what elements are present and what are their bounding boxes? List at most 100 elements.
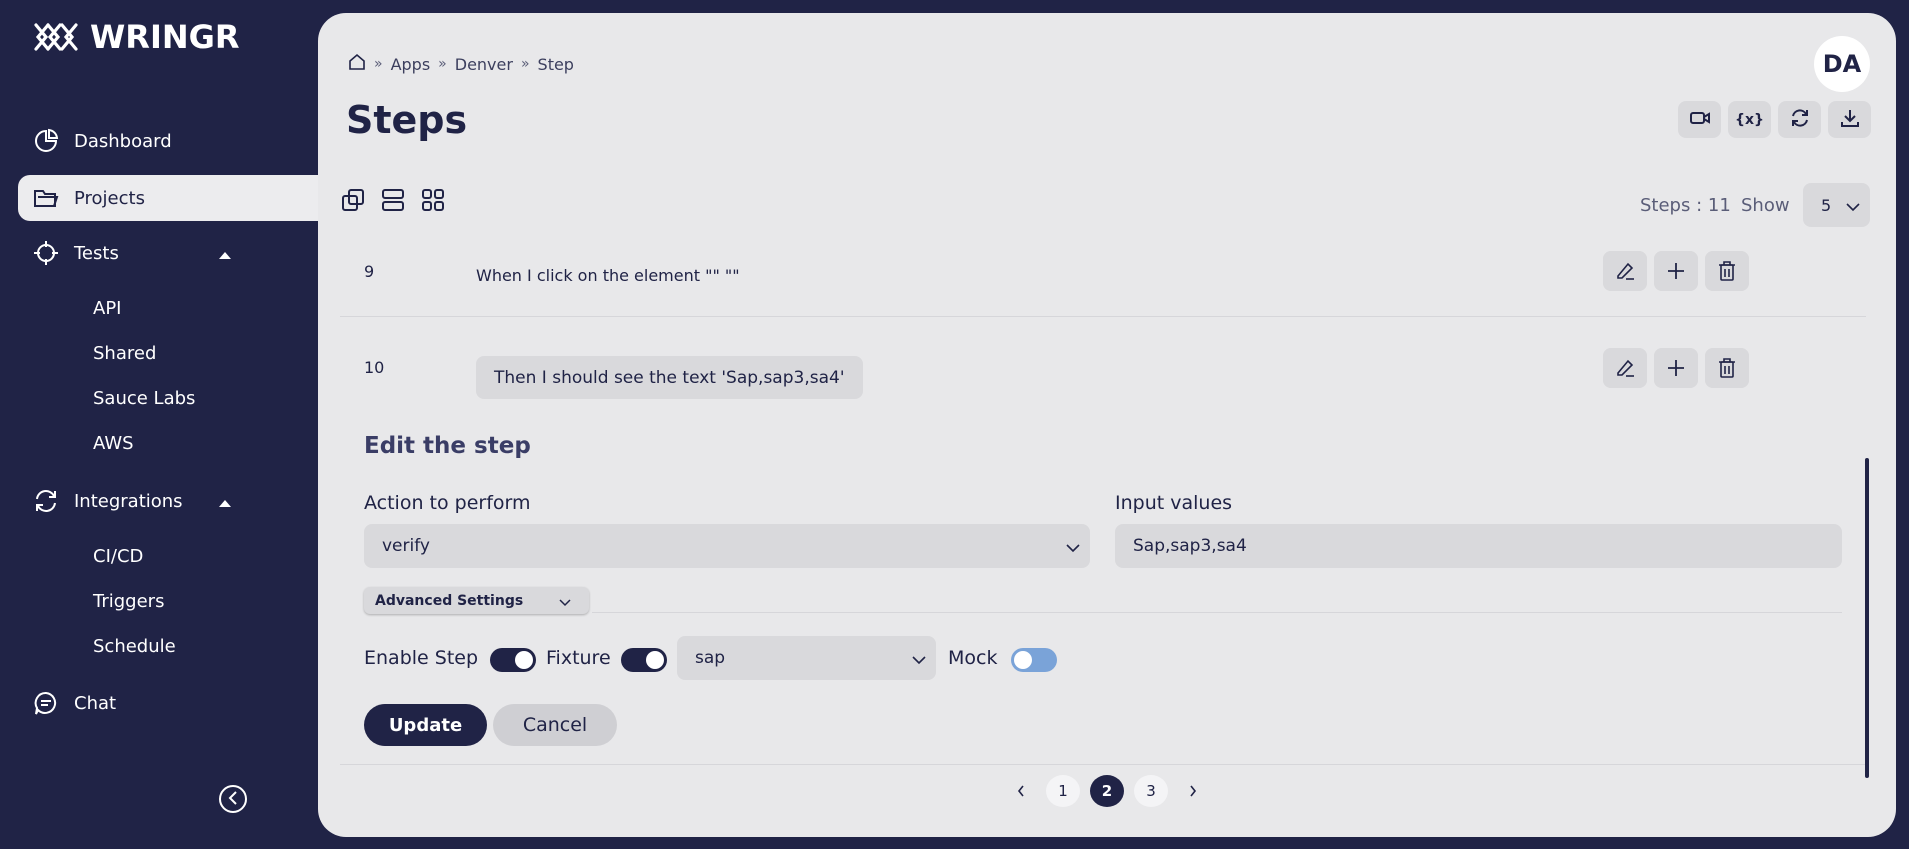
sidebar-item-projects[interactable]: Projects bbox=[18, 175, 318, 221]
add-step-button[interactable] bbox=[1654, 348, 1698, 388]
chevron-up-icon[interactable] bbox=[218, 244, 232, 265]
chevron-up-icon[interactable] bbox=[218, 492, 232, 513]
advanced-settings-button[interactable]: Advanced Settings bbox=[364, 587, 589, 614]
collapse-sidebar-button[interactable] bbox=[219, 785, 247, 813]
trash-icon bbox=[1705, 348, 1749, 388]
toggle-knob bbox=[515, 651, 533, 669]
input-values-label: Input values bbox=[1115, 492, 1233, 514]
divider bbox=[592, 612, 1842, 613]
sidebar-item-label: Projects bbox=[74, 187, 145, 209]
sidebar-item-integrations[interactable]: Integrations bbox=[18, 478, 318, 524]
sidebar-subitem-shared[interactable]: Shared bbox=[93, 343, 156, 364]
input-values-value: Sap,sap3,sa4 bbox=[1133, 536, 1247, 556]
toggle-knob bbox=[1014, 651, 1032, 669]
mock-toggle[interactable] bbox=[1011, 648, 1057, 672]
page-button-1[interactable]: 1 bbox=[1046, 775, 1080, 807]
video-icon bbox=[1689, 110, 1710, 130]
page-size-value: 5 bbox=[1821, 195, 1832, 215]
chevron-left-icon bbox=[227, 790, 239, 809]
edit-step-button[interactable] bbox=[1603, 251, 1647, 291]
breadcrumb: » Apps » Denver » Step bbox=[348, 53, 574, 75]
sidebar-item-label: Integrations bbox=[74, 490, 183, 512]
sidebar-subitem-cicd[interactable]: CI/CD bbox=[93, 546, 143, 567]
avatar[interactable]: DA bbox=[1814, 36, 1870, 92]
download-button[interactable] bbox=[1828, 101, 1871, 138]
download-icon bbox=[1840, 108, 1860, 132]
chevron-right-icon bbox=[1189, 782, 1197, 801]
toolbar: {x} bbox=[1678, 101, 1871, 138]
prev-page-button[interactable] bbox=[1006, 775, 1036, 807]
view-mode-switcher bbox=[340, 187, 446, 213]
add-step-button[interactable] bbox=[1654, 251, 1698, 291]
app-logo[interactable]: WRINGR bbox=[32, 18, 240, 56]
steps-count: Steps : 11 bbox=[1640, 195, 1731, 216]
page-title: Steps bbox=[346, 98, 468, 142]
wringr-logo-icon bbox=[34, 23, 78, 51]
sidebar-subitem-triggers[interactable]: Triggers bbox=[93, 591, 164, 612]
sidebar: WRINGR Dashboard Projects Tests API Shar… bbox=[0, 0, 318, 849]
refresh-icon bbox=[32, 487, 60, 515]
refresh-button[interactable] bbox=[1778, 101, 1821, 138]
page-button-2[interactable]: 2 bbox=[1090, 775, 1124, 807]
sidebar-item-tests[interactable]: Tests bbox=[18, 230, 318, 276]
sidebar-item-label: Tests bbox=[74, 242, 119, 264]
action-label: Action to perform bbox=[364, 492, 531, 514]
sidebar-subitem-schedule[interactable]: Schedule bbox=[93, 636, 176, 657]
page-button-3[interactable]: 3 bbox=[1134, 775, 1168, 807]
edit-step-title: Edit the step bbox=[364, 433, 531, 459]
sidebar-item-chat[interactable]: Chat bbox=[18, 680, 318, 726]
main-panel: » Apps » Denver » Step Steps DA {x} Step… bbox=[318, 13, 1896, 837]
grid-view-icon[interactable] bbox=[420, 187, 446, 213]
mock-label: Mock bbox=[948, 647, 998, 669]
crosshair-icon bbox=[32, 239, 60, 267]
delete-step-button[interactable] bbox=[1705, 251, 1749, 291]
sidebar-subitem-sauce-labs[interactable]: Sauce Labs bbox=[93, 388, 195, 409]
action-value: verify bbox=[382, 536, 430, 556]
scrollbar[interactable] bbox=[1865, 458, 1869, 778]
chevron-down-icon bbox=[1846, 197, 1860, 216]
chevron-left-icon bbox=[1017, 782, 1025, 801]
fixture-toggle[interactable] bbox=[621, 648, 667, 672]
input-values-field[interactable]: Sap,sap3,sa4 bbox=[1115, 524, 1842, 568]
step-actions bbox=[1603, 348, 1749, 388]
record-video-button[interactable] bbox=[1678, 101, 1721, 138]
delete-step-button[interactable] bbox=[1705, 348, 1749, 388]
copy-view-icon[interactable] bbox=[340, 187, 366, 213]
chat-icon bbox=[32, 689, 60, 717]
action-select[interactable]: verify bbox=[364, 524, 1090, 568]
sidebar-item-label: Dashboard bbox=[74, 130, 172, 152]
edit-icon bbox=[1603, 251, 1647, 291]
fixture-select[interactable]: sap bbox=[677, 636, 936, 680]
edit-step-button[interactable] bbox=[1603, 348, 1647, 388]
show-label: Show bbox=[1741, 195, 1790, 216]
update-button[interactable]: Update bbox=[364, 704, 487, 746]
cancel-button[interactable]: Cancel bbox=[493, 704, 617, 746]
chevron-down-icon bbox=[1066, 538, 1080, 558]
enable-step-toggle[interactable] bbox=[490, 648, 536, 672]
sidebar-item-dashboard[interactable]: Dashboard bbox=[18, 118, 318, 164]
row-divider bbox=[340, 764, 1866, 765]
folder-icon bbox=[32, 184, 60, 212]
list-view-icon[interactable] bbox=[380, 187, 406, 213]
plus-icon bbox=[1654, 251, 1698, 291]
step-text[interactable]: Then I should see the text 'Sap,sap3,sa4… bbox=[476, 356, 863, 399]
app-name: WRINGR bbox=[90, 18, 240, 56]
fixture-label: Fixture bbox=[546, 647, 611, 669]
pagination: 1 2 3 bbox=[1006, 775, 1208, 807]
step-actions bbox=[1603, 251, 1749, 291]
page-size-select[interactable]: 5 bbox=[1803, 183, 1870, 227]
step-number: 9 bbox=[364, 262, 375, 281]
breadcrumb-step[interactable]: Step bbox=[538, 55, 574, 74]
toggle-knob bbox=[646, 651, 664, 669]
breadcrumb-denver[interactable]: Denver bbox=[455, 55, 513, 74]
sidebar-subitem-aws[interactable]: AWS bbox=[93, 433, 134, 454]
home-icon[interactable] bbox=[348, 53, 366, 75]
refresh-icon bbox=[1790, 108, 1810, 132]
variables-button[interactable]: {x} bbox=[1728, 101, 1771, 138]
sidebar-subitem-api[interactable]: API bbox=[93, 298, 121, 319]
step-text: When I click on the element "" "" bbox=[476, 266, 740, 285]
row-divider bbox=[340, 316, 1866, 317]
next-page-button[interactable] bbox=[1178, 775, 1208, 807]
breadcrumb-apps[interactable]: Apps bbox=[391, 55, 431, 74]
chevron-down-icon bbox=[912, 650, 926, 670]
